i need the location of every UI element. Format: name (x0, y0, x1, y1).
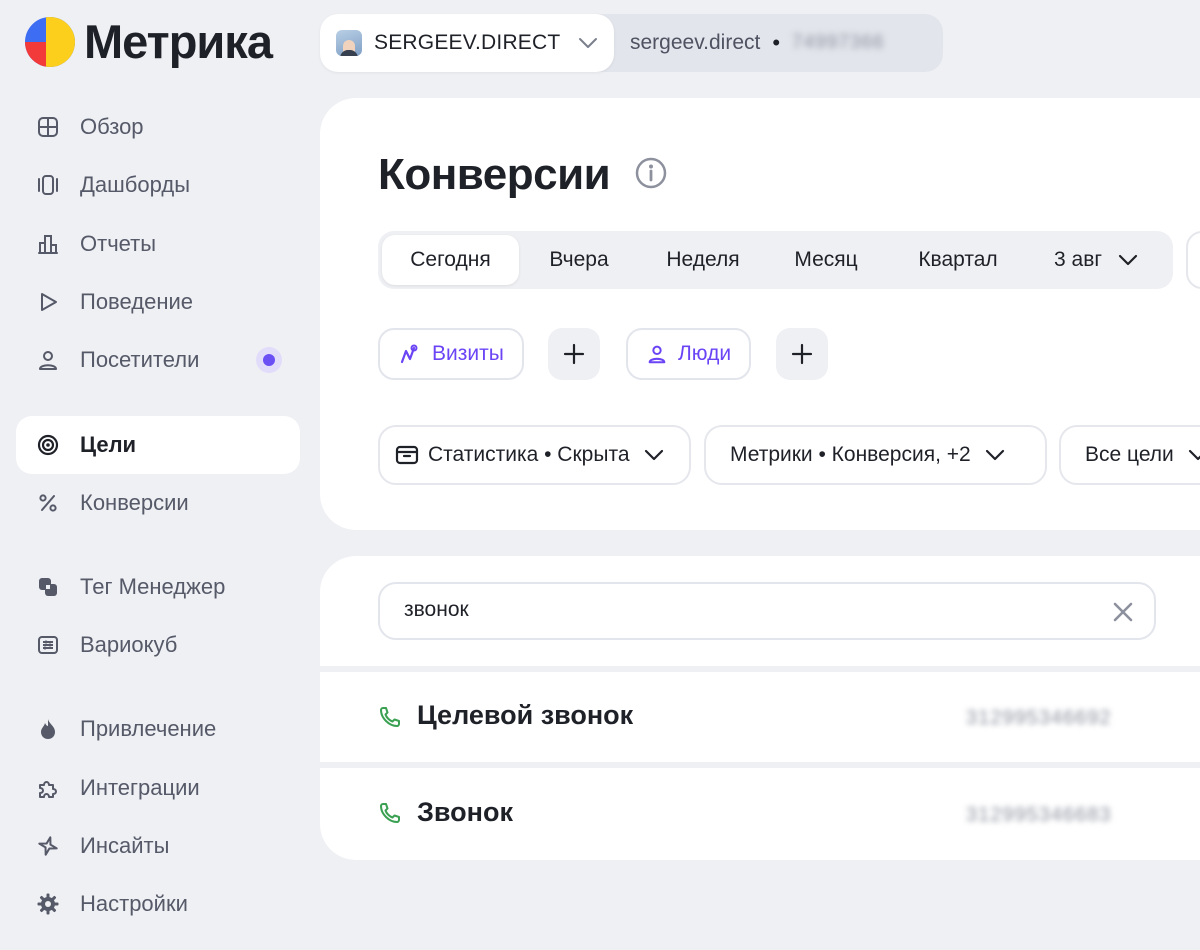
counter-id: 74997366 (792, 32, 885, 53)
gear-icon (36, 892, 60, 916)
dashboards-icon (36, 173, 60, 197)
sidebar-item-dashboards[interactable]: Дашборды (16, 156, 300, 214)
sparkle-icon (36, 834, 60, 858)
goal-row[interactable]: Звонок 312995346683 (320, 768, 1200, 860)
segment-visits-label: Визиты (432, 342, 504, 365)
chevron-down-icon (644, 449, 663, 461)
counter-info[interactable]: sergeev.direct • 74997366 (630, 14, 885, 72)
sidebar-item-label: Посетители (80, 347, 200, 372)
metrics-dropdown-label: Метрики • Конверсия, +2 (730, 443, 971, 466)
segment-people-label: Люди (678, 342, 732, 365)
tab-yesterday[interactable]: Вчера (524, 235, 634, 285)
sidebar-item-insights[interactable]: Инсайты (16, 817, 300, 875)
tab-week[interactable]: Неделя (642, 235, 764, 285)
goals-search-area (320, 556, 1200, 666)
sidebar-item-settings[interactable]: Настройки (16, 875, 300, 933)
metrics-dropdown[interactable]: Метрики • Конверсия, +2 (704, 425, 1047, 485)
account-select[interactable]: SERGEEV.DIRECT (320, 14, 614, 72)
chevron-down-icon (578, 37, 598, 49)
chevron-down-icon (985, 449, 1004, 461)
metrika-logo-icon (25, 17, 75, 67)
goals-search-input[interactable] (404, 598, 1084, 622)
period-extra-button[interactable] (1186, 231, 1200, 289)
goal-id: 312995346683 (966, 804, 1112, 826)
sidebar-item-integrations[interactable]: Интеграции (16, 759, 300, 817)
close-icon[interactable] (1110, 599, 1136, 625)
statistics-dropdown[interactable]: Статистика • Скрыта (378, 425, 691, 485)
sidebar-item-label: Обзор (80, 114, 144, 139)
logo[interactable]: Метрика (24, 15, 273, 68)
info-icon[interactable] (634, 156, 668, 190)
goals-list-card: Целевой звонок 312995346692 Звонок 31299… (320, 556, 1200, 860)
puzzle-icon (36, 776, 60, 800)
goal-id: 312995346692 (966, 707, 1112, 729)
goal-name: Звонок (417, 797, 513, 827)
report-header-card: Конверсии Сегодня Вчера Неделя Месяц Ква… (320, 98, 1200, 530)
bar-chart-icon (36, 232, 60, 256)
sidebar-item-goals[interactable]: Цели (16, 416, 300, 474)
tab-today[interactable]: Сегодня (382, 235, 519, 285)
phone-icon (380, 803, 400, 823)
add-people-segment-button[interactable] (776, 328, 828, 380)
sidebar-item-label: Инсайты (80, 833, 170, 858)
tab-month[interactable]: Месяц (770, 235, 882, 285)
avatar (336, 30, 362, 56)
sidebar-item-tag-manager[interactable]: Тег Менеджер (16, 558, 300, 616)
new-badge (256, 347, 282, 373)
segment-visits-chip[interactable]: Визиты (378, 328, 524, 380)
logo-text: Метрика (84, 15, 273, 68)
sidebar-item-label: Привлечение (80, 716, 217, 741)
sidebar-item-acquisition[interactable]: Привлечение (16, 700, 300, 758)
statistics-dropdown-label: Статистика • Скрыта (428, 443, 630, 466)
visits-icon (400, 344, 418, 364)
sidebar-item-label: Дашборды (80, 172, 190, 197)
counter-domain: sergeev.direct (630, 31, 761, 54)
account-name: SERGEEV.DIRECT (374, 31, 561, 54)
target-icon (36, 433, 60, 457)
person-icon (648, 345, 666, 364)
chevron-down-icon (1188, 449, 1200, 461)
sidebar-item-conversions[interactable]: Конверсии (16, 474, 300, 532)
sidebar-item-label: Поведение (80, 289, 193, 314)
period-selector: Сегодня Вчера Неделя Месяц Квартал 3 авг (378, 231, 1173, 289)
variocube-icon (36, 633, 60, 657)
goal-row[interactable]: Целевой звонок 312995346692 (320, 672, 1200, 762)
flame-icon (36, 717, 60, 741)
account-bar: SERGEEV.DIRECT sergeev.direct • 74997366 (320, 14, 943, 72)
play-icon (36, 290, 60, 314)
goals-dropdown[interactable]: Все цели (1059, 425, 1200, 485)
sidebar-item-label: Интеграции (80, 775, 200, 800)
sidebar-item-variocube[interactable]: Вариокуб (16, 616, 300, 674)
date-range-label: 3 авг (1054, 248, 1103, 271)
page-title: Конверсии (378, 150, 611, 199)
sidebar-item-reports[interactable]: Отчеты (16, 215, 300, 273)
sidebar-item-visitors[interactable]: Посетители (16, 331, 300, 389)
sidebar-item-behavior[interactable]: Поведение (16, 273, 300, 331)
grid-icon (36, 115, 60, 139)
add-visits-segment-button[interactable] (548, 328, 600, 380)
goal-name: Целевой звонок (417, 700, 634, 730)
date-range-picker[interactable]: 3 авг (1054, 235, 1138, 285)
plus-icon (791, 343, 813, 365)
goals-search-box (378, 582, 1156, 640)
archive-icon (395, 445, 419, 465)
sidebar-item-label: Конверсии (80, 490, 189, 515)
goals-dropdown-label: Все цели (1085, 443, 1174, 466)
sidebar-item-label: Отчеты (80, 231, 157, 256)
sidebar-item-label: Цели (80, 432, 137, 457)
tab-quarter[interactable]: Квартал (894, 235, 1022, 285)
phone-icon (380, 707, 400, 727)
sidebar-item-label: Тег Менеджер (80, 574, 226, 599)
tag-manager-icon (36, 575, 60, 599)
sidebar-item-label: Вариокуб (80, 632, 178, 657)
sidebar-item-label: Настройки (80, 891, 188, 916)
plus-icon (563, 343, 585, 365)
segment-people-chip[interactable]: Люди (626, 328, 752, 380)
chevron-down-icon (1118, 254, 1138, 266)
percent-icon (36, 491, 60, 515)
person-icon (36, 348, 60, 372)
counter-separator: • (772, 30, 781, 55)
sidebar-item-overview[interactable]: Обзор (16, 98, 300, 156)
